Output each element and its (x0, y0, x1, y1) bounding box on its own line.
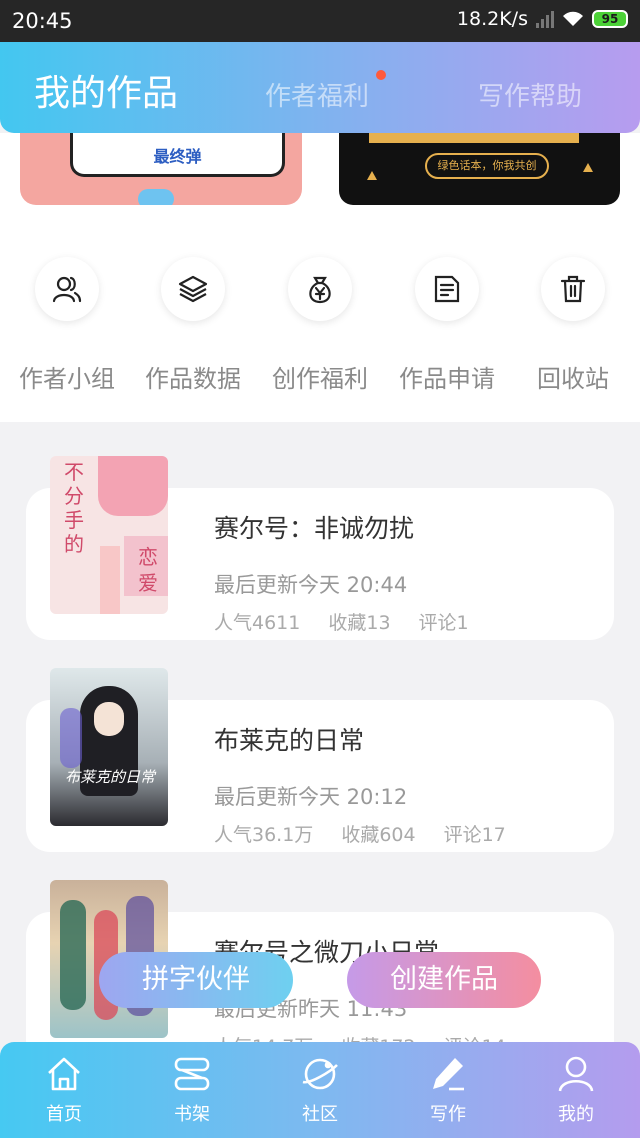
cover-text-top: 不分手的 (64, 460, 84, 556)
banner-left-card: 最终弹 (70, 133, 285, 177)
trash-icon (541, 257, 605, 321)
tab-label: 社区 (302, 1104, 338, 1125)
works-list: 不分手的 恋爱 赛尔号：非诚勿扰 最后更新今天 20:44 人气4611 收藏1… (0, 422, 640, 1042)
status-bar: 20:45 18.2K/s 95 (0, 0, 640, 42)
work-title: 布莱克的日常 (214, 726, 365, 755)
work-updated: 最后更新今天 20:12 (214, 785, 408, 809)
action-label: 作者小组 (19, 365, 115, 393)
tab-write[interactable]: 写作 (384, 1054, 512, 1126)
tab-label: 首页 (46, 1104, 82, 1125)
work-favorites: 收藏172 (341, 1032, 415, 1042)
tab-community[interactable]: 社区 (256, 1054, 384, 1126)
action-label: 回收站 (537, 365, 609, 393)
top-header: 我的作品 作者福利 写作帮助 (0, 42, 640, 133)
signal-icon (536, 10, 554, 28)
action-author-group[interactable]: 作者小组 (3, 257, 131, 394)
banner-left-text: 最终弹 (153, 147, 202, 166)
banner-right-text: 绿色话本，你我共创 (425, 153, 549, 179)
work-comments: 评论14 (444, 1032, 506, 1042)
work-popularity: 人气4611 (214, 612, 301, 634)
action-works-data[interactable]: 作品数据 (129, 257, 257, 394)
work-cover-image[interactable]: 布莱克的日常 (50, 668, 168, 826)
notification-dot (376, 70, 386, 80)
work-stats: 人气14.7万 收藏172 评论14 (214, 1032, 534, 1042)
banner-left[interactable]: 最终弹 (20, 133, 302, 205)
wifi-icon (563, 11, 583, 26)
work-popularity: 人气36.1万 (214, 824, 314, 846)
money-bag-icon (288, 257, 352, 321)
bottom-tabbar: 首页 书架 社区 写作 我的 (0, 1042, 640, 1138)
work-comments: 评论17 (443, 824, 506, 846)
action-recycle-bin[interactable]: 回收站 (509, 257, 637, 394)
cloud-icon (138, 189, 174, 205)
tab-bookshelf[interactable]: 书架 (128, 1054, 256, 1126)
banner-right[interactable]: 绿色话本，你我共创 (339, 133, 620, 205)
tab-writing-help[interactable]: 写作帮助 (478, 76, 582, 113)
tab-home[interactable]: 首页 (0, 1054, 128, 1126)
work-stats: 人气36.1万 收藏604 评论17 (214, 820, 534, 847)
action-label: 作品数据 (145, 365, 241, 393)
tab-author-benefits[interactable]: 作者福利 (265, 76, 369, 113)
home-icon (48, 1057, 80, 1091)
work-title: 赛尔号：非诚勿扰 (214, 514, 415, 543)
profile-icon (558, 1056, 594, 1092)
action-creation-benefits[interactable]: 创作福利 (256, 257, 384, 394)
work-favorites: 收藏13 (328, 612, 391, 634)
document-icon (415, 257, 479, 321)
action-label: 创作福利 (272, 365, 368, 393)
action-works-apply[interactable]: 作品申请 (383, 257, 511, 394)
work-favorites: 收藏604 (341, 824, 416, 846)
planet-icon (302, 1058, 338, 1090)
tab-mine[interactable]: 我的 (512, 1054, 640, 1126)
create-work-button[interactable]: 创建作品 (347, 952, 541, 1008)
tab-label: 书架 (174, 1104, 210, 1125)
layers-icon (161, 257, 225, 321)
cover-text: 布莱克的日常 (64, 768, 155, 786)
pen-icon (433, 1058, 464, 1091)
triangle-icon (367, 171, 377, 180)
authors-group-icon (35, 257, 99, 321)
network-speed: 18.2K/s (456, 8, 528, 30)
tab-label: 写作 (430, 1104, 466, 1125)
writing-partner-button[interactable]: 拼字伙伴 (99, 952, 293, 1008)
work-stats: 人气4611 收藏13 评论1 (214, 608, 497, 635)
work-cover-image[interactable]: 不分手的 恋爱 (50, 456, 168, 614)
page-title: 我的作品 (34, 73, 179, 114)
battery-icon: 95 (592, 10, 628, 28)
quick-actions: 作者小组 作品数据 创作福利 作品申请 回收站 (0, 219, 640, 422)
banner-area: 最终弹 绿色话本，你我共创 (0, 133, 640, 219)
work-updated: 最后更新今天 20:44 (214, 573, 408, 597)
tab-label: 我的 (558, 1104, 594, 1125)
work-comments: 评论1 (418, 612, 469, 634)
bookshelf-icon (174, 1057, 210, 1091)
action-label: 作品申请 (399, 365, 495, 393)
banner-right-strip (369, 133, 579, 143)
cover-text-bottom: 恋爱 (138, 545, 158, 595)
triangle-icon (583, 163, 593, 172)
work-popularity: 人气14.7万 (214, 1032, 313, 1042)
status-time: 20:45 (12, 9, 73, 33)
